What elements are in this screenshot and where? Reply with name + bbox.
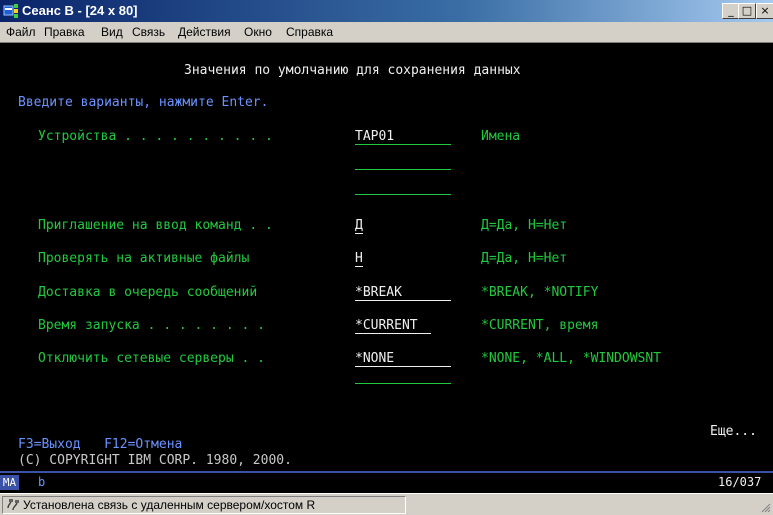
status-panel: Установлена связь с удаленным сервером/х… bbox=[2, 496, 406, 514]
menu-edit[interactable]: Правка bbox=[44, 25, 85, 39]
field-underline-start-time[interactable] bbox=[355, 333, 431, 334]
menu-actions[interactable]: Действия bbox=[178, 25, 231, 39]
field-underline-devices-3[interactable] bbox=[355, 194, 451, 195]
field-label-network-servers: Отключить сетевые серверы . . bbox=[38, 351, 265, 366]
operator-info-area: MA b 16/037 bbox=[0, 471, 773, 493]
field-hint-command-prompt: Д=Да, Н=Нет bbox=[481, 218, 568, 233]
menu-help[interactable]: Справка bbox=[286, 25, 333, 39]
field-input-command-prompt[interactable]: Д bbox=[355, 218, 363, 234]
cursor-position: 16/037 bbox=[718, 475, 762, 489]
function-keys: F3=Выход F12=Отмена bbox=[18, 437, 183, 452]
copyright-line: (C) COPYRIGHT IBM CORP. 1980, 2000. bbox=[18, 453, 292, 468]
field-underline-command-prompt[interactable] bbox=[355, 233, 363, 234]
field-underline-message-queue[interactable] bbox=[355, 300, 451, 301]
field-input-check-active-files[interactable]: Н bbox=[355, 251, 363, 267]
field-input-message-queue[interactable]: *BREAK bbox=[355, 285, 402, 301]
more-indicator: Еще... bbox=[710, 424, 757, 439]
field-label-start-time: Время запуска . . . . . . . . bbox=[38, 318, 265, 333]
instruction-text: Введите варианты, нажмите Enter. bbox=[18, 95, 269, 110]
oia-status-indicator: b bbox=[38, 475, 46, 489]
maximize-button[interactable]: □ bbox=[738, 3, 756, 19]
field-underline-check-active-files[interactable] bbox=[355, 266, 363, 267]
resize-grip-icon[interactable] bbox=[759, 501, 771, 513]
menu-file[interactable]: Файл bbox=[6, 25, 36, 39]
menu-window[interactable]: Окно bbox=[244, 25, 272, 39]
field-hint-message-queue: *BREAK, *NOTIFY bbox=[481, 285, 599, 300]
terminal-app-icon[interactable] bbox=[3, 3, 19, 19]
field-input-network-servers[interactable]: *NONE bbox=[355, 351, 394, 367]
menu-connection[interactable]: Связь bbox=[132, 25, 165, 39]
screen-heading: Значения по умолчанию для сохранения дан… bbox=[184, 63, 521, 78]
field-label-check-active-files: Проверять на активные файлы bbox=[38, 251, 250, 266]
menu-bar: Файл Правка Вид Связь Действия Окно Спра… bbox=[0, 22, 773, 43]
field-hint-devices: Имена bbox=[481, 129, 521, 144]
close-button[interactable]: × bbox=[756, 3, 773, 19]
field-label-command-prompt: Приглашение на ввод команд . . bbox=[38, 218, 273, 233]
field-hint-check-active-files: Д=Да, Н=Нет bbox=[481, 251, 568, 266]
field-input-devices[interactable]: TAP01 bbox=[355, 129, 394, 145]
field-hint-start-time: *CURRENT, время bbox=[481, 318, 599, 333]
menu-view[interactable]: Вид bbox=[101, 25, 123, 39]
title-bar[interactable]: Сеанс B - [24 x 80] _ □ × bbox=[0, 0, 773, 22]
field-input-start-time[interactable]: *CURRENT bbox=[355, 318, 418, 334]
field-underline-network-servers-1[interactable] bbox=[355, 366, 451, 367]
field-underline-devices-1[interactable] bbox=[355, 144, 451, 145]
field-hint-network-servers: *NONE, *ALL, *WINDOWSNT bbox=[481, 351, 662, 366]
field-label-message-queue: Доставка в очередь сообщений bbox=[38, 285, 258, 300]
field-underline-devices-2[interactable] bbox=[355, 169, 451, 170]
field-underline-network-servers-2[interactable] bbox=[355, 383, 451, 384]
window-title: Сеанс B - [24 x 80] bbox=[22, 3, 138, 18]
connection-icon bbox=[7, 499, 19, 511]
field-label-devices: Устройства . . . . . . . . . . bbox=[38, 129, 273, 144]
terminal-screen[interactable]: Значения по умолчанию для сохранения дан… bbox=[0, 43, 773, 471]
oia-mode-indicator: MA bbox=[0, 475, 19, 490]
status-bar: Установлена связь с удаленным сервером/х… bbox=[0, 493, 773, 515]
status-message: Установлена связь с удаленным сервером/х… bbox=[23, 498, 316, 512]
